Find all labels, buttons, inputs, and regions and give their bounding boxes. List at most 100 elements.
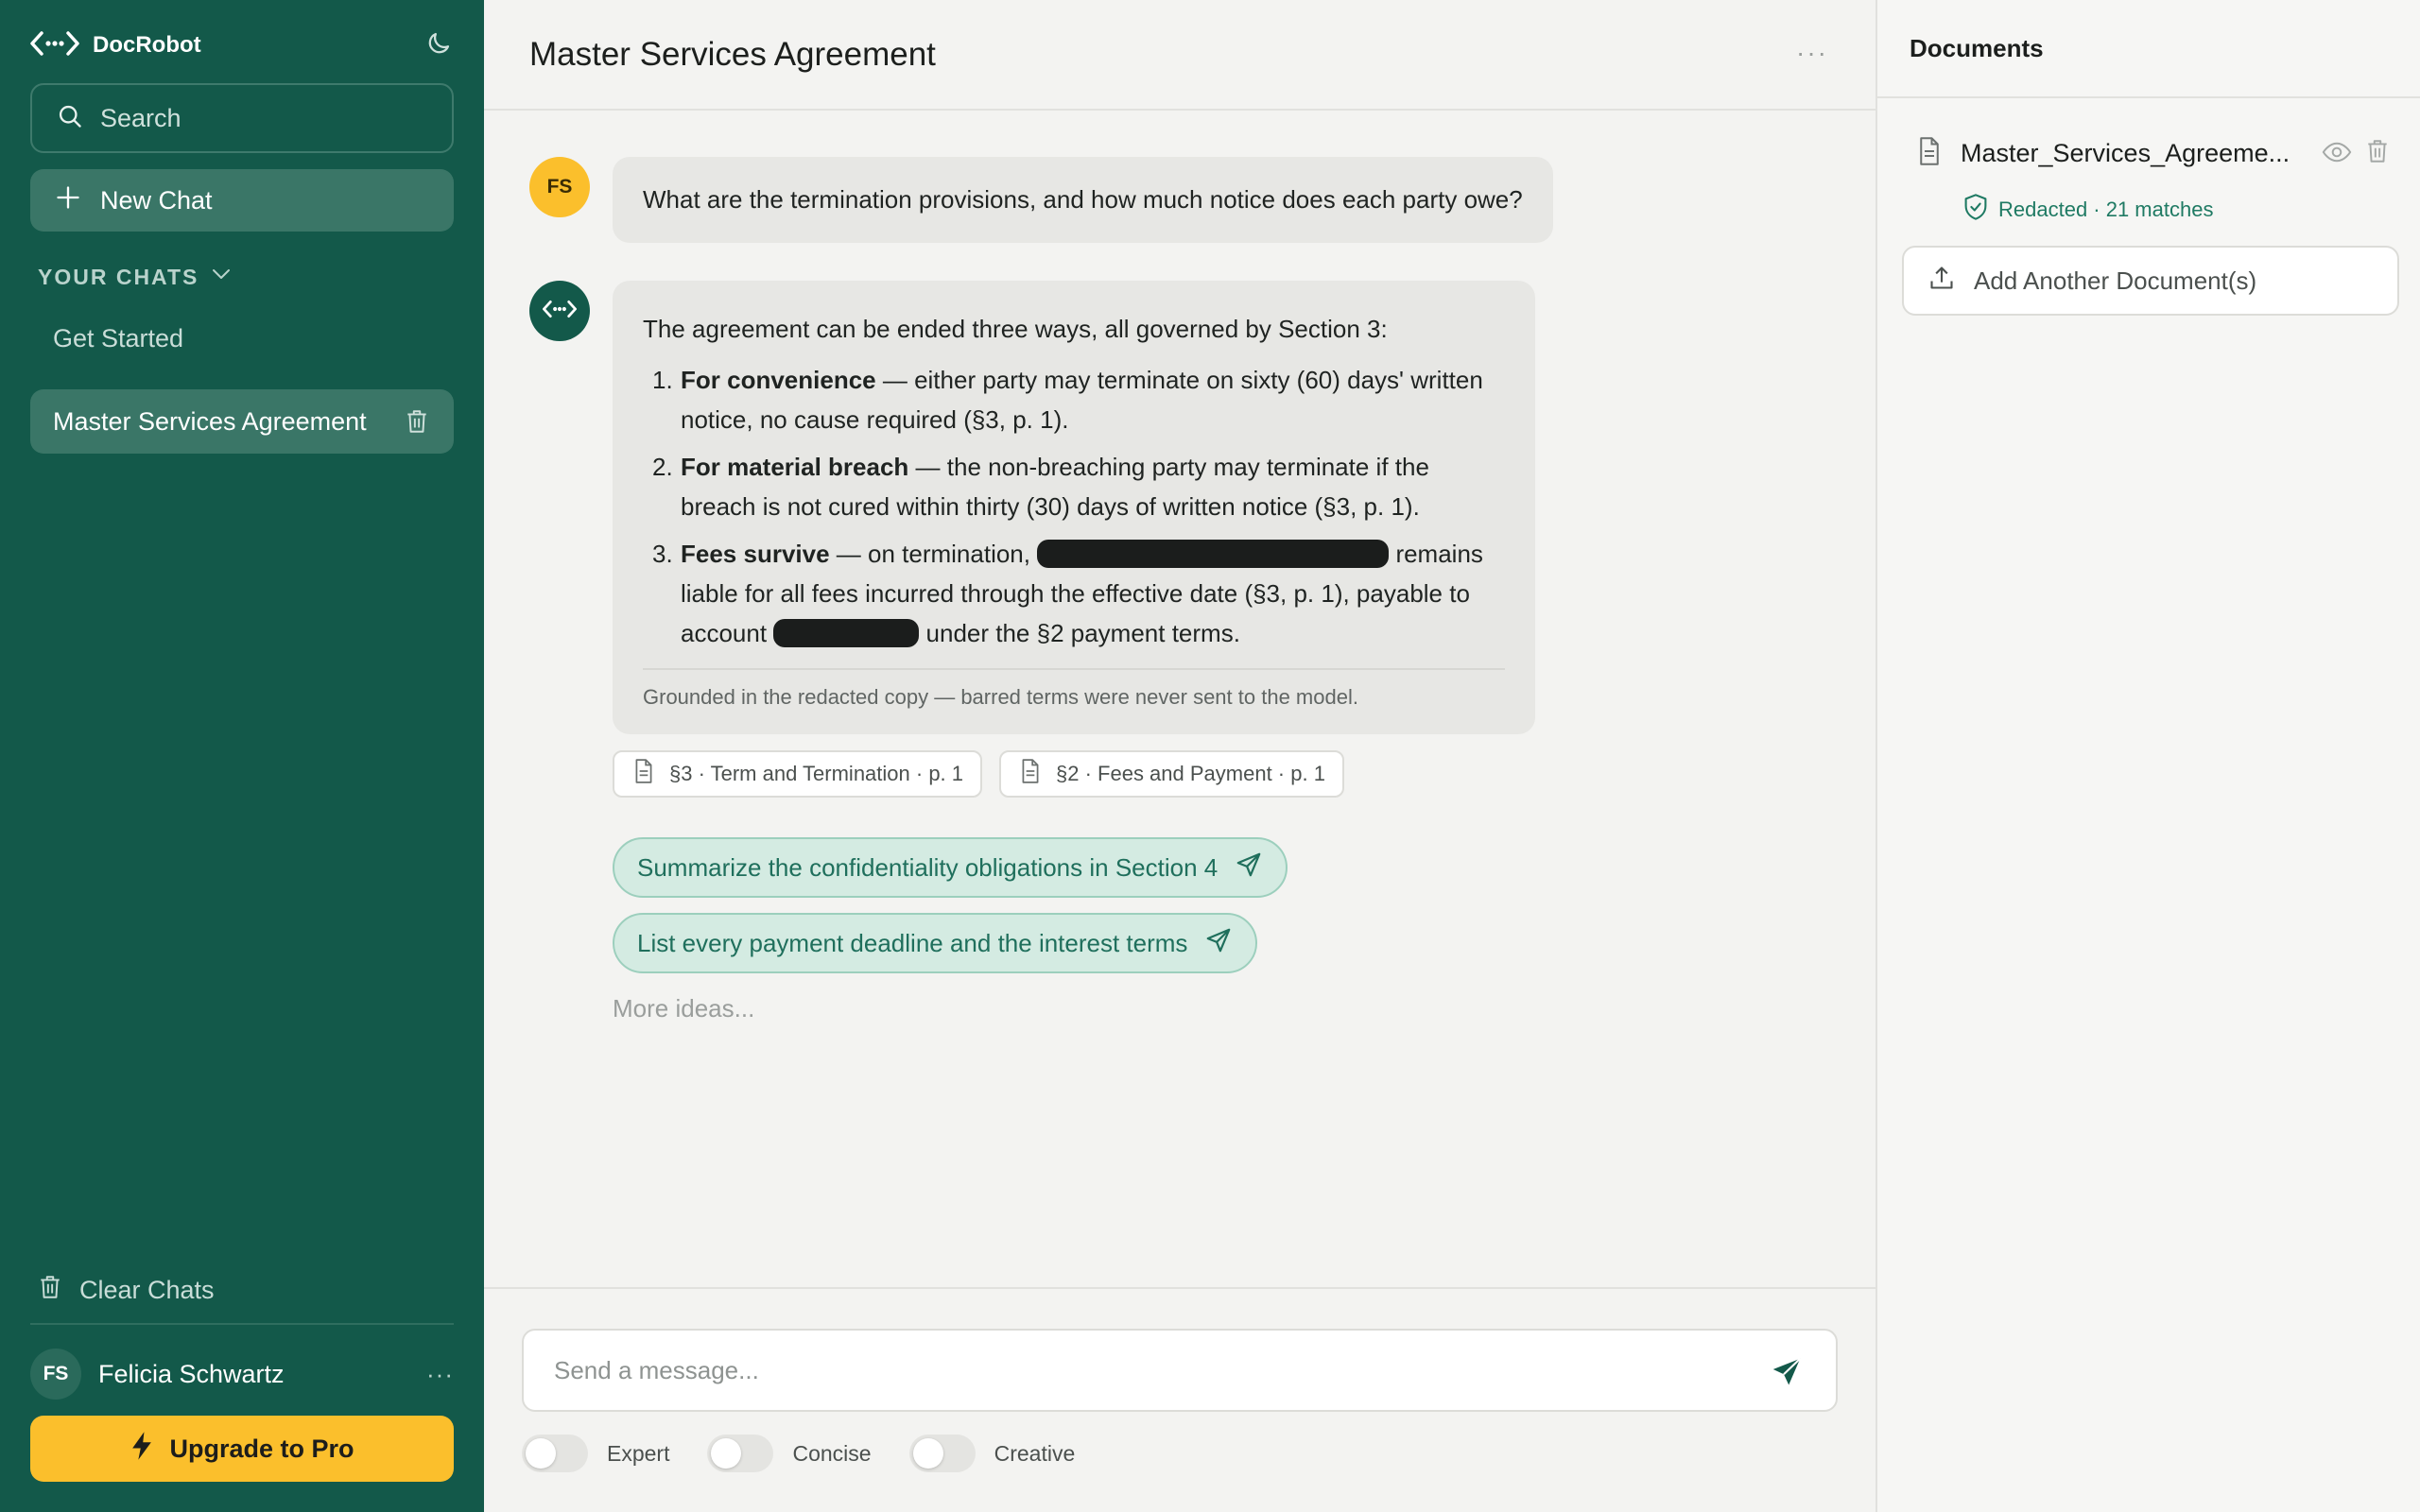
- page-title: Master Services Agreement: [529, 36, 936, 73]
- composer-divider: [484, 1287, 1876, 1289]
- document-item[interactable]: Master_Services_Agreeme...: [1917, 132, 2390, 174]
- user-name: Felicia Schwartz: [98, 1359, 285, 1388]
- suggestion-confidentiality[interactable]: Summarize the confidentiality obligation…: [613, 837, 1288, 898]
- sidebar-chat-get-started[interactable]: Get Started: [53, 324, 183, 353]
- list-item: 2. For material breach — the non-breachi…: [643, 447, 1505, 526]
- suggestion-payment-deadlines[interactable]: List every payment deadline and the inte…: [613, 913, 1258, 973]
- lightning-icon: [130, 1431, 154, 1468]
- documents-header: Documents: [1877, 0, 2420, 98]
- expert-switch[interactable]: [522, 1435, 588, 1472]
- citation-label: §2 · Fees and Payment · p. 1: [1056, 762, 1325, 785]
- chat-main: Master Services Agreement ··· FS What ar…: [484, 0, 1876, 1512]
- eye-icon[interactable]: [2322, 138, 2352, 171]
- toggle-expert[interactable]: Expert: [522, 1435, 669, 1472]
- list-item-heading: For material breach: [681, 453, 909, 481]
- redaction-status-text: Redacted · 21 matches: [1998, 198, 2214, 221]
- user-avatar: FS: [30, 1349, 81, 1400]
- citation-term-and-termination[interactable]: §3 · Term and Termination · p. 1: [613, 750, 983, 798]
- your-chats-label: YOUR CHATS: [38, 264, 199, 289]
- citation-fees-and-payment[interactable]: §2 · Fees and Payment · p. 1: [999, 750, 1344, 798]
- redacted-account-number: [773, 619, 920, 648]
- user-message-avatar: FS: [529, 157, 590, 217]
- docrobot-logo-icon: [30, 30, 79, 61]
- sidebar-divider: [30, 1323, 454, 1325]
- list-item-number: 1.: [652, 366, 673, 394]
- upload-icon: [1928, 265, 1955, 298]
- termination-list: 1. For convenience — either party may te…: [643, 360, 1505, 653]
- document-icon: [1020, 759, 1041, 789]
- toggle-label: Expert: [607, 1440, 670, 1466]
- search-icon: [57, 103, 83, 134]
- bot-message: The agreement can be ended three ways, a…: [613, 281, 1535, 734]
- concise-switch[interactable]: [707, 1435, 774, 1472]
- suggestion-row: List every payment deadline and the inte…: [613, 913, 1288, 988]
- brand-name: DocRobot: [93, 32, 201, 58]
- new-chat-button[interactable]: New Chat: [30, 169, 454, 232]
- send-arrow-icon: [1204, 926, 1233, 961]
- user-more-icon[interactable]: ···: [426, 1360, 454, 1389]
- trash-icon[interactable]: [2365, 138, 2390, 171]
- mode-toggles: Expert Concise Creative: [522, 1435, 1075, 1472]
- clear-chats-button[interactable]: Clear Chats: [38, 1274, 215, 1307]
- toggle-concise[interactable]: Concise: [707, 1435, 872, 1472]
- add-document-button[interactable]: Add Another Document(s): [1902, 246, 2399, 316]
- document-icon: [633, 759, 654, 789]
- suggestion-label: List every payment deadline and the inte…: [637, 928, 1188, 957]
- toggle-label: Creative: [994, 1440, 1076, 1466]
- list-item-text: under the §2 payment terms.: [919, 619, 1240, 647]
- redaction-status: Redacted · 21 matches: [1962, 193, 2213, 227]
- search-input[interactable]: [100, 103, 441, 133]
- more-ideas-link[interactable]: More ideas...: [613, 994, 754, 1023]
- suggestion-row: Summarize the confidentiality obligation…: [613, 837, 1288, 913]
- send-icon[interactable]: [1770, 1355, 1804, 1394]
- bot-message-intro: The agreement can be ended three ways, a…: [643, 315, 1388, 343]
- redacted-party-name: [1037, 540, 1390, 569]
- sidebar-chat-label: Master Services Agreement: [53, 406, 367, 436]
- new-chat-label: New Chat: [100, 185, 213, 215]
- chevron-down-icon: [210, 263, 233, 291]
- chat-header: Master Services Agreement ···: [484, 0, 1876, 111]
- citation-label: §3 · Term and Termination · p. 1: [669, 762, 964, 785]
- dark-mode-toggle[interactable]: [422, 28, 456, 62]
- plus-icon: [55, 184, 81, 217]
- grounding-note: Grounded in the redacted copy — barred t…: [643, 668, 1505, 712]
- add-document-label: Add Another Document(s): [1974, 266, 2257, 295]
- list-item-heading: Fees survive: [681, 540, 830, 568]
- sidebar: DocRobot New Chat YOUR CHATS Get Started…: [0, 0, 484, 1512]
- suggestion-label: Summarize the confidentiality obligation…: [637, 852, 1219, 882]
- shield-check-icon: [1962, 193, 1989, 227]
- trash-icon: [38, 1274, 62, 1307]
- upgrade-to-pro-button[interactable]: Upgrade to Pro: [30, 1416, 454, 1482]
- bot-message-avatar: [529, 281, 590, 341]
- creative-switch[interactable]: [908, 1435, 976, 1472]
- sidebar-chat-master-services-agreement[interactable]: Master Services Agreement: [30, 389, 454, 454]
- toggle-label: Concise: [792, 1440, 872, 1466]
- list-item-heading: For convenience: [681, 366, 876, 394]
- document-actions: [2322, 138, 2390, 171]
- user-profile[interactable]: FS Felicia Schwartz ···: [30, 1347, 454, 1401]
- delete-chat-trash-icon[interactable]: [405, 408, 429, 441]
- list-item-text: — on termination,: [829, 540, 1038, 568]
- list-item-number: 3.: [652, 540, 673, 568]
- message-composer[interactable]: [522, 1329, 1838, 1412]
- moon-icon: [424, 29, 453, 62]
- user-message: What are the termination provisions, and…: [613, 157, 1553, 243]
- clear-chats-label: Clear Chats: [79, 1276, 215, 1304]
- send-arrow-icon: [1235, 850, 1263, 885]
- documents-panel: Documents Master_Services_Agreeme... Red…: [1876, 0, 2420, 1512]
- more-options-icon[interactable]: ···: [1796, 38, 1828, 68]
- citations: §3 · Term and Termination · p. 1 §2 · Fe…: [613, 750, 1344, 798]
- document-name: Master_Services_Agreeme...: [1961, 138, 2290, 167]
- docrobot-logo-icon: [543, 300, 577, 323]
- document-icon: [1917, 136, 1942, 170]
- upgrade-label: Upgrade to Pro: [169, 1434, 354, 1463]
- search-box[interactable]: [30, 83, 454, 153]
- list-item: 3. Fees survive — on termination, remain…: [643, 534, 1505, 653]
- brand[interactable]: DocRobot: [30, 28, 201, 62]
- suggestions: Summarize the confidentiality obligation…: [613, 837, 1288, 988]
- your-chats-toggle[interactable]: YOUR CHATS: [38, 263, 233, 291]
- list-item: 1. For convenience — either party may te…: [643, 360, 1505, 439]
- list-item-number: 2.: [652, 453, 673, 481]
- toggle-creative[interactable]: Creative: [908, 1435, 1076, 1472]
- message-input[interactable]: [554, 1355, 1707, 1385]
